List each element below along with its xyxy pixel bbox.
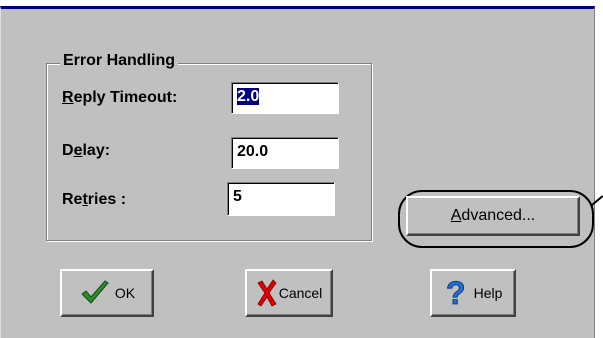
cancel-button[interactable]: Cancel xyxy=(245,269,333,317)
retries-input[interactable]: 5 xyxy=(227,182,335,216)
svg-text:?: ? xyxy=(446,277,466,309)
delay-input[interactable]: 20.0 xyxy=(231,137,339,169)
ok-label: OK xyxy=(114,285,136,301)
question-icon: ? xyxy=(445,277,466,309)
reply-timeout-input[interactable]: 2.0 xyxy=(231,82,339,114)
cancel-label: Cancel xyxy=(278,285,323,301)
group-title: Error Handling xyxy=(60,51,179,71)
advanced-button[interactable]: Advanced... xyxy=(406,196,580,236)
ok-button[interactable]: OK xyxy=(60,269,154,317)
delay-label: Delay: xyxy=(62,142,111,159)
retries-label: Retries : xyxy=(62,191,127,208)
reply-timeout-label: Reply Timeout: xyxy=(62,89,178,106)
x-icon xyxy=(257,279,277,307)
help-label: Help xyxy=(473,285,503,301)
help-button[interactable]: ? Help xyxy=(430,269,516,317)
checkmark-icon xyxy=(81,280,109,304)
